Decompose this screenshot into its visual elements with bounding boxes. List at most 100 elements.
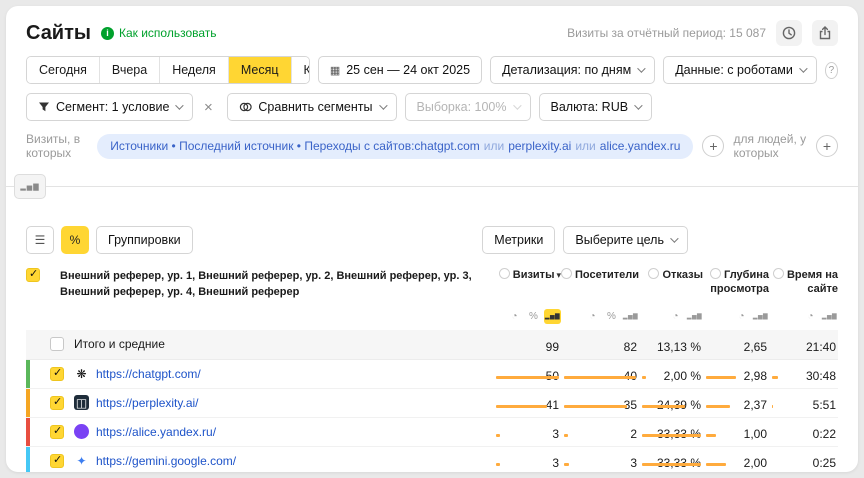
column-header-depth[interactable]: Глубина просмотра	[703, 268, 769, 297]
help-icon[interactable]: ?	[825, 62, 838, 79]
table-toolbar: ☰ % Группировки Метрики Выберите цель	[6, 226, 858, 254]
value-bar	[642, 463, 701, 466]
visitors-cell: 35	[561, 393, 639, 412]
groupings-button[interactable]: Группировки	[96, 226, 193, 254]
column-header-visits[interactable]: Визиты▾	[493, 268, 561, 297]
depth-cell: 2,98	[703, 364, 769, 383]
table-row[interactable]: https://alice.yandex.ru/ 3 2 33,33 % 1,0…	[26, 418, 838, 447]
chevron-down-icon	[637, 64, 645, 72]
column-display-modes: ◔ % ▂▅▇ ◔ % ▂▅▇ ◔ ▂▅▇ ◔ ▂▅▇ ◔ ▂▅▇	[26, 309, 838, 324]
site-favicon-icon: ◫	[74, 395, 89, 410]
sampling-dropdown[interactable]: Выборка: 100%	[405, 93, 531, 121]
percent-view-icon: %	[70, 233, 81, 247]
add-people-condition-button[interactable]: +	[816, 135, 838, 157]
row-checkbox[interactable]	[50, 454, 64, 468]
add-visit-condition-button[interactable]: +	[702, 135, 724, 157]
pie-chart-icon[interactable]: ◔	[584, 309, 601, 324]
time-cell: 0:22	[769, 422, 838, 441]
bar-chart-icon[interactable]: ▂▅▇	[686, 309, 703, 324]
depth-cell: 2,37	[703, 393, 769, 412]
tab-quarter[interactable]: Квартал	[291, 57, 310, 83]
bar-chart-icon[interactable]: ▂▅▇	[752, 309, 769, 324]
value-bar	[772, 376, 778, 379]
how-to-use-label: Как использовать	[119, 26, 217, 40]
table-row[interactable]: ❋ https://chatgpt.com/ 50 40 2,00 % 2,98…	[26, 360, 838, 389]
groupings-label: Группировки	[108, 233, 181, 247]
chevron-down-icon	[634, 101, 642, 109]
bar-chart-icon[interactable]: ▂▅▇	[821, 309, 838, 324]
time-cell: 0:25	[769, 451, 838, 470]
select-all-checkbox[interactable]	[26, 268, 40, 282]
currency-dropdown[interactable]: Валюта: RUB	[539, 93, 653, 121]
visitors-cell: 40	[561, 364, 639, 383]
value-bar	[706, 463, 726, 466]
visits-cell: 3	[493, 422, 561, 441]
history-button[interactable]	[776, 20, 802, 46]
compare-segments-label: Сравнить сегменты	[258, 100, 372, 114]
value-bar	[642, 434, 701, 437]
list-icon: ☰	[35, 233, 46, 247]
series-color-stripe	[26, 447, 30, 472]
expand-chart-button[interactable]: ▂▅▇	[14, 174, 46, 199]
tab-yesterday[interactable]: Вчера	[99, 57, 159, 83]
value-bar	[642, 405, 685, 408]
compare-segments-dropdown[interactable]: Сравнить сегменты	[227, 93, 396, 121]
pie-chart-icon[interactable]: ◔	[802, 309, 819, 324]
tab-today[interactable]: Сегодня	[27, 57, 99, 83]
table-row[interactable]: ◫ https://perplexity.ai/ 41 35 24,39 % 2…	[26, 389, 838, 418]
column-header-visitors[interactable]: Посетители	[561, 268, 639, 297]
filter-condition-chip[interactable]: Источники • Последний источник • Переход…	[97, 134, 693, 159]
data-mode-dropdown[interactable]: Данные: с роботами	[663, 56, 817, 84]
visits-cell: 50	[493, 364, 561, 383]
bounce-cell: 33,33 %	[639, 451, 703, 470]
row-checkbox[interactable]	[50, 396, 64, 410]
tab-month[interactable]: Месяц	[228, 57, 291, 83]
metrics-button[interactable]: Метрики	[482, 226, 555, 254]
metric-info-icon	[561, 268, 572, 279]
pie-chart-icon[interactable]: ◔	[506, 309, 523, 324]
chevron-down-icon	[670, 234, 678, 242]
segment-icon	[38, 101, 50, 113]
share-export-icon	[817, 25, 833, 41]
value-bar	[564, 434, 568, 437]
row-checkbox[interactable]	[50, 425, 64, 439]
totals-checkbox[interactable]	[50, 337, 64, 351]
export-button[interactable]	[812, 20, 838, 46]
site-favicon-icon: ✦	[74, 453, 89, 468]
date-range-button[interactable]: ▦ 25 сен — 24 окт 2025	[318, 56, 482, 84]
percent-icon[interactable]: %	[603, 309, 620, 324]
value-bar	[706, 376, 736, 379]
bar-chart-icon[interactable]: ▂▅▇	[544, 309, 561, 324]
segment-label: Сегмент: 1 условие	[56, 100, 169, 114]
depth-cell: 2,00	[703, 451, 769, 470]
site-link[interactable]: https://gemini.google.com/	[96, 454, 236, 468]
clear-segment-button[interactable]: ×	[197, 96, 219, 118]
totals-row: Итого и средние 99 82 13,13 % 2,65 21:40	[26, 330, 838, 360]
table-row[interactable]: ✦ https://gemini.google.com/ 3 3 33,33 %…	[26, 447, 838, 472]
site-link[interactable]: https://perplexity.ai/	[96, 396, 199, 410]
currency-label: Валюта: RUB	[551, 100, 629, 114]
column-header-time[interactable]: Время на сайте	[769, 268, 838, 297]
pie-chart-icon[interactable]: ◔	[667, 309, 684, 324]
pie-chart-icon[interactable]: ◔	[733, 309, 750, 324]
people-filter-label: для людей, у которых	[733, 132, 807, 160]
percent-view-button[interactable]: %	[61, 226, 89, 254]
site-link[interactable]: https://chatgpt.com/	[96, 367, 201, 381]
totals-time: 21:40	[769, 340, 838, 354]
chip-or: или	[575, 139, 595, 153]
site-link[interactable]: https://alice.yandex.ru/	[96, 425, 216, 439]
column-header-bounce[interactable]: Отказы	[639, 268, 703, 297]
table-header: Внешний реферер, ур. 1, Внешний реферер,…	[26, 268, 838, 301]
percent-icon[interactable]: %	[525, 309, 542, 324]
how-to-use-link[interactable]: i Как использовать	[101, 26, 217, 40]
period-tabs: Сегодня Вчера Неделя Месяц Квартал Год	[26, 56, 310, 84]
bar-chart-icon[interactable]: ▂▅▇	[622, 309, 639, 324]
value-bar	[706, 405, 730, 408]
tab-week[interactable]: Неделя	[159, 57, 228, 83]
list-view-button[interactable]: ☰	[26, 226, 54, 254]
goal-select-dropdown[interactable]: Выберите цель	[563, 226, 688, 254]
detalization-dropdown[interactable]: Детализация: по дням	[490, 56, 655, 84]
row-checkbox[interactable]	[50, 367, 64, 381]
bounce-cell: 24,39 %	[639, 393, 703, 412]
segment-dropdown[interactable]: Сегмент: 1 условие	[26, 93, 193, 121]
